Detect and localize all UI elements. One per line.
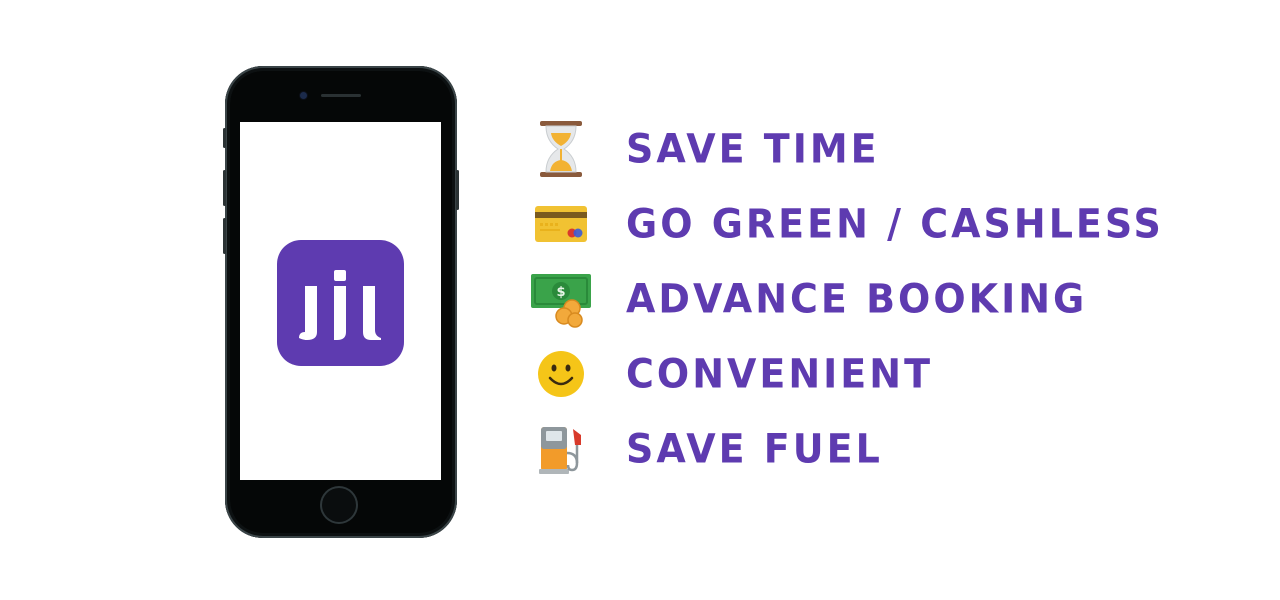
feature-item-save-fuel: SAVE FUEL <box>528 411 1164 486</box>
feature-label: CONVENIENT <box>626 350 933 397</box>
phone-volume-up-button <box>223 170 226 206</box>
phone-screen <box>240 122 441 480</box>
feature-label: SAVE TIME <box>626 125 880 172</box>
phone-mockup <box>223 66 459 538</box>
credit-card-icon <box>528 191 594 257</box>
app-logo-icon[interactable] <box>277 240 404 366</box>
front-camera <box>300 92 307 99</box>
feature-item-advance-booking: $ ADVANCE BOOKING <box>528 261 1164 336</box>
smiley-face-icon <box>528 341 594 407</box>
home-button[interactable] <box>322 488 356 522</box>
feature-label: ADVANCE BOOKING <box>626 275 1088 322</box>
phone-volume-down-button <box>223 218 226 254</box>
hourglass-icon <box>528 116 594 182</box>
feature-item-convenient: CONVENIENT <box>528 336 1164 411</box>
feature-item-save-time: SAVE TIME <box>528 111 1164 186</box>
phone-power-button <box>456 170 459 210</box>
phone-side-button <box>223 128 226 148</box>
feature-label: GO GREEN / CASHLESS <box>626 200 1164 247</box>
feature-item-go-green-cashless: GO GREEN / CASHLESS <box>528 186 1164 261</box>
feature-label: SAVE FUEL <box>626 425 883 472</box>
earpiece-speaker <box>321 94 361 97</box>
svg-text:$: $ <box>556 285 565 300</box>
feature-list: SAVE TIME GO GREEN / CASHLESS $ ADVANCE … <box>528 111 1164 486</box>
money-coins-icon: $ <box>528 266 594 332</box>
fuel-pump-icon <box>528 416 594 482</box>
